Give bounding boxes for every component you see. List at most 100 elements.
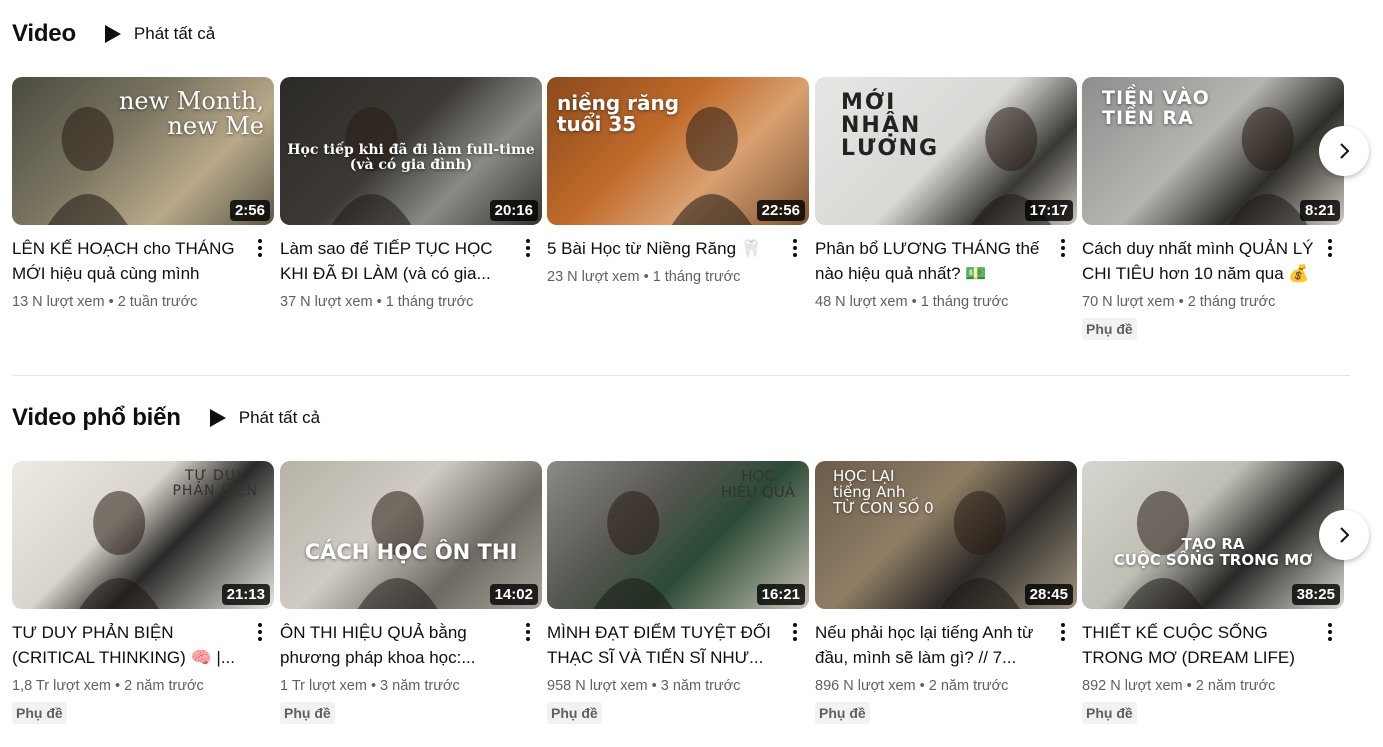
- video-meta: 5 Bài Học từ Niềng Răng 🦷 23 N lượt xem …: [547, 236, 809, 285]
- upload-age: 2 năm trước: [928, 678, 1009, 694]
- video-title[interactable]: LÊN KẾ HOẠCH cho THÁNG MỚI hiệu quả cùng…: [12, 236, 246, 286]
- view-count: 896 N lượt xem: [815, 678, 916, 694]
- more-vert-icon[interactable]: [785, 236, 805, 260]
- duration-badge: 38:25: [1291, 584, 1340, 605]
- duration-badge: 8:21: [1299, 200, 1340, 221]
- duration-badge: 17:17: [1024, 200, 1073, 221]
- duration-badge: 14:02: [489, 584, 538, 605]
- thumbnail-caption: MỚI NHẬN LƯƠNG: [841, 90, 940, 162]
- video-meta: Làm sao để TIẾP TỤC HỌC KHI ĐÃ ĐI LÀM (v…: [280, 236, 542, 310]
- video-card[interactable]: niềng răng tuổi 35 22:56 5 Bài Học từ Ni…: [547, 77, 809, 285]
- video-row: TƯ DUY PHẢN BIỆN 21:13 TƯ DUY PHẢN BIỆN …: [12, 461, 1372, 741]
- video-title[interactable]: TƯ DUY PHẢN BIỆN (CRITICAL THINKING) 🧠 |…: [12, 620, 246, 670]
- video-stats: 892 N lượt xem • 2 năm trước: [1082, 678, 1316, 694]
- duration-badge: 22:56: [756, 200, 805, 221]
- chevron-right-icon: [1340, 527, 1350, 543]
- thumbnail-caption: Học tiếp khi đã đi làm full-time (và có …: [287, 142, 535, 173]
- video-stats: 23 N lượt xem • 1 tháng trước: [547, 269, 781, 285]
- upload-age: 1 tháng trước: [920, 294, 1009, 310]
- more-vert-icon[interactable]: [1320, 620, 1340, 644]
- separator-dot: •: [115, 678, 125, 694]
- shelf-header: Video Phát tất cả: [12, 14, 1372, 54]
- more-vert-icon[interactable]: [250, 236, 270, 260]
- shelf-header: Video phổ biến Phát tất cả: [12, 398, 1372, 438]
- shelf-popular-videos: Video phổ biến Phát tất cả TƯ DUY PHẢN B…: [12, 398, 1372, 747]
- separator-dot: •: [376, 294, 386, 310]
- video-card[interactable]: new Month, new Me 2:56 LÊN KẾ HOẠCH cho …: [12, 77, 274, 310]
- thumbnail-caption: HỌC HIỆU QUẢ: [721, 467, 795, 501]
- thumbnail-caption: TIỀN VÀO TIỀN RA: [1102, 87, 1210, 129]
- more-vert-icon[interactable]: [1053, 236, 1073, 260]
- view-count: 48 N lượt xem: [815, 294, 908, 310]
- video-title[interactable]: 5 Bài Học từ Niềng Răng 🦷: [547, 236, 781, 261]
- shelf-title[interactable]: Video phổ biến: [12, 404, 181, 432]
- duration-badge: 20:16: [489, 200, 538, 221]
- video-thumbnail[interactable]: new Month, new Me 2:56: [12, 77, 274, 225]
- more-vert-icon[interactable]: [785, 620, 805, 644]
- view-count: 958 N lượt xem: [547, 678, 648, 694]
- video-stats: 1,8 Tr lượt xem • 2 năm trước: [12, 678, 246, 694]
- video-title[interactable]: Làm sao để TIẾP TỤC HỌC KHI ĐÃ ĐI LÀM (v…: [280, 236, 514, 286]
- view-count: 892 N lượt xem: [1082, 678, 1183, 694]
- shelf-title[interactable]: Video: [12, 20, 76, 48]
- separator-dot: •: [108, 294, 118, 310]
- separator-dot: •: [651, 678, 661, 694]
- video-thumbnail[interactable]: niềng răng tuổi 35 22:56: [547, 77, 809, 225]
- video-card[interactable]: CÁCH HỌC ÔN THI 14:02 ÔN THI HIỆU QUẢ bằ…: [280, 461, 542, 724]
- video-card[interactable]: TIỀN VÀO TIỀN RA 8:21 Cách duy nhất mình…: [1082, 77, 1344, 340]
- subtitles-badge: Phụ đề: [547, 702, 602, 724]
- video-stats: 70 N lượt xem • 2 tháng trước: [1082, 294, 1316, 310]
- video-card[interactable]: Học tiếp khi đã đi làm full-time (và có …: [280, 77, 542, 310]
- video-meta: Phân bổ LƯƠNG THÁNG thế nào hiệu quả nhấ…: [815, 236, 1077, 310]
- thumbnail-caption: TẠO RA CUỘC SỐNG TRONG MƠ: [1113, 535, 1313, 569]
- video-title[interactable]: Phân bổ LƯƠNG THÁNG thế nào hiệu quả nhấ…: [815, 236, 1049, 286]
- view-count: 70 N lượt xem: [1082, 294, 1175, 310]
- video-title[interactable]: Cách duy nhất mình QUẢN LÝ CHI TIÊU hơn …: [1082, 236, 1316, 286]
- separator-dot: •: [370, 678, 381, 694]
- more-vert-icon[interactable]: [518, 620, 538, 644]
- video-card[interactable]: HỌC HIỆU QUẢ 16:21 MÌNH ĐẠT ĐIỂM TUYỆT Đ…: [547, 461, 809, 724]
- more-vert-icon[interactable]: [1053, 620, 1073, 644]
- more-vert-icon[interactable]: [1320, 236, 1340, 260]
- video-thumbnail[interactable]: TƯ DUY PHẢN BIỆN 21:13: [12, 461, 274, 609]
- upload-age: 1 tháng trước: [652, 269, 741, 285]
- video-title[interactable]: Nếu phải học lại tiếng Anh từ đầu, mình …: [815, 620, 1049, 670]
- thumbnail-caption: new Month, new Me: [118, 87, 264, 141]
- video-meta: ÔN THI HIỆU QUẢ bằng phương pháp khoa họ…: [280, 620, 542, 724]
- video-card[interactable]: TẠO RA CUỘC SỐNG TRONG MƠ 38:25 THIẾT KẾ…: [1082, 461, 1344, 724]
- video-stats: 1 Tr lượt xem • 3 năm trước: [280, 678, 514, 694]
- video-thumbnail[interactable]: TẠO RA CUỘC SỐNG TRONG MƠ 38:25: [1082, 461, 1344, 609]
- duration-badge: 16:21: [756, 584, 805, 605]
- more-vert-icon[interactable]: [518, 236, 538, 260]
- play-all-button[interactable]: Phát tất cả: [104, 24, 215, 44]
- video-card[interactable]: HỌC LẠI tiếng Anh TỪ CON SỐ 0 28:45 Nếu …: [815, 461, 1077, 724]
- chevron-right-icon: [1340, 143, 1350, 159]
- more-vert-icon[interactable]: [250, 620, 270, 644]
- video-thumbnail[interactable]: TIỀN VÀO TIỀN RA 8:21: [1082, 77, 1344, 225]
- video-thumbnail[interactable]: HỌC LẠI tiếng Anh TỪ CON SỐ 0 28:45: [815, 461, 1077, 609]
- thumbnail-caption: CÁCH HỌC ÔN THI: [304, 540, 518, 564]
- separator-dot: •: [1186, 678, 1196, 694]
- video-thumbnail[interactable]: Học tiếp khi đã đi làm full-time (và có …: [280, 77, 542, 225]
- thumbnail-caption: niềng răng tuổi 35: [557, 91, 680, 136]
- video-card[interactable]: MỚI NHẬN LƯƠNG 17:17 Phân bổ LƯƠNG THÁNG…: [815, 77, 1077, 310]
- view-count: 13 N lượt xem: [12, 294, 105, 310]
- separator-dot: •: [1178, 294, 1188, 310]
- video-card[interactable]: TƯ DUY PHẢN BIỆN 21:13 TƯ DUY PHẢN BIỆN …: [12, 461, 274, 724]
- video-thumbnail[interactable]: CÁCH HỌC ÔN THI 14:02: [280, 461, 542, 609]
- video-title[interactable]: THIẾT KẾ CUỘC SỐNG TRONG MƠ (DREAM LIFE)…: [1082, 620, 1316, 670]
- video-thumbnail[interactable]: MỚI NHẬN LƯƠNG 17:17: [815, 77, 1077, 225]
- next-button[interactable]: [1319, 510, 1369, 560]
- subtitles-badge: Phụ đề: [1082, 702, 1137, 724]
- video-title[interactable]: MÌNH ĐẠT ĐIỂM TUYỆT ĐỐI THẠC SĨ VÀ TIẾN …: [547, 620, 781, 670]
- separator-dot: •: [643, 269, 653, 285]
- video-thumbnail[interactable]: HỌC HIỆU QUẢ 16:21: [547, 461, 809, 609]
- thumbnail-caption: HỌC LẠI tiếng Anh TỪ CON SỐ 0: [833, 467, 934, 517]
- shelf-divider: [12, 375, 1350, 376]
- video-stats: 13 N lượt xem • 2 tuần trước: [12, 294, 246, 310]
- separator-dot: •: [919, 678, 929, 694]
- video-title[interactable]: ÔN THI HIỆU QUẢ bằng phương pháp khoa họ…: [280, 620, 514, 670]
- play-all-button[interactable]: Phát tất cả: [209, 408, 320, 428]
- view-count: 23 N lượt xem: [547, 269, 640, 285]
- next-button[interactable]: [1319, 126, 1369, 176]
